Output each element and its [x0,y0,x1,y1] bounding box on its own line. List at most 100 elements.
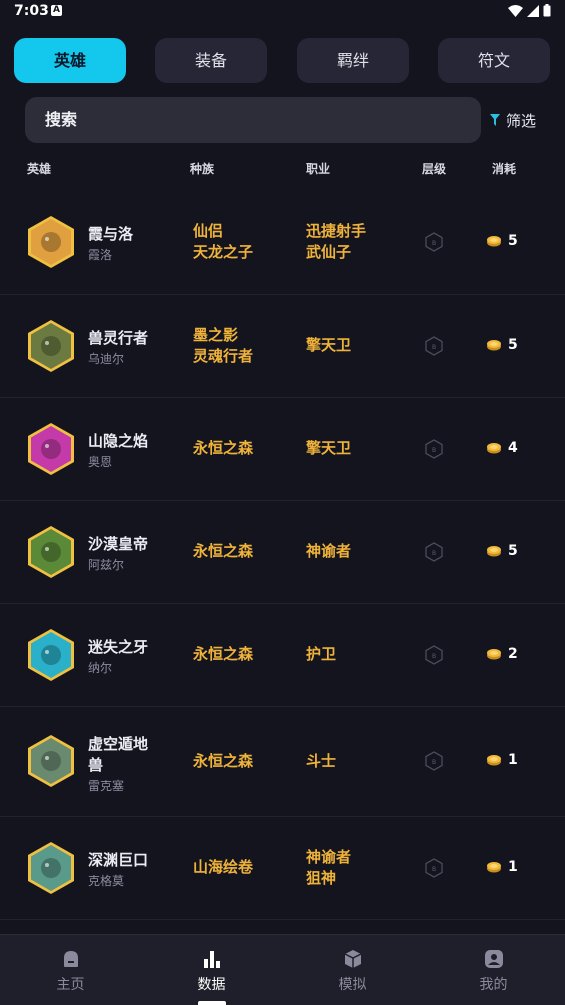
hero-race: 仙侣 天龙之子 [193,221,253,263]
nav-profile-label: 我的 [479,977,508,993]
hero-race: 山海绘卷 [193,857,253,878]
tier-badge-icon: B [425,232,443,252]
race-label: 仙侣 [193,222,224,240]
hero-class: 擎天卫 [306,335,351,356]
tab-items[interactable]: 装备 [155,38,267,83]
tab-synergies[interactable]: 羁绊 [297,38,409,83]
status-icons [508,4,551,17]
hero-cost: 1 [486,859,518,875]
hero-row[interactable]: 虚空遁地兽 雷克塞 永恒之森 斗士 B 1 [0,706,565,817]
nav-data-label: 数据 [197,977,226,993]
filter-button[interactable]: 筛选 [490,109,536,131]
nav-profile[interactable]: 我的 [423,935,564,1005]
coin-icon [487,648,501,659]
hero-race: 墨之影 灵魂行者 [193,325,253,367]
cost-value: 5 [508,233,518,249]
class-label: 迅捷射手 [306,222,367,240]
hero-race: 永恒之森 [193,541,253,562]
cost-value: 4 [508,439,518,456]
hero-class: 护卫 [306,644,336,665]
status-bar: 7:03 A [0,0,565,24]
hero-name: 兽灵行者 [88,328,149,347]
hero-cost: 4 [486,440,518,456]
profile-icon [485,950,503,968]
hero-subname: 霞洛 [88,248,113,262]
tab-heroes[interactable]: 英雄 [14,38,126,83]
hero-name: 深渊巨口 [88,850,149,869]
race-label: 永恒之森 [193,645,254,663]
column-header-tier[interactable]: 层级 [422,160,446,177]
hero-row[interactable]: 霞与洛 霞洛 仙侣 天龙之子 迅捷射手 武仙子 B 5 [0,190,565,295]
coin-icon [487,236,501,247]
cost-value: 2 [508,645,518,662]
hero-class: 斗士 [306,751,336,772]
coin-icon [487,755,501,766]
tier-label: B [432,653,436,660]
hero-name: 山隐之焰 [88,431,149,450]
hero-race: 永恒之森 [193,644,253,665]
race-label: 永恒之森 [193,751,254,770]
class-label: 斗士 [306,751,337,770]
tier-label: B [432,344,436,351]
tier-label: B [432,550,436,557]
tab-bar: 英雄 装备 羁绊 符文 [14,38,550,83]
signal-icon [527,4,539,17]
cost-value: 1 [508,858,518,875]
column-header-hero[interactable]: 英雄 [27,160,51,177]
nav-home[interactable]: 主页 [0,935,141,1005]
hero-class: 擎天卫 [306,438,351,459]
coin-icon [487,545,501,556]
hero-race: 永恒之森 [193,751,253,772]
coin-icon [487,861,501,872]
hero-portrait-icon [28,525,74,578]
column-header-cost[interactable]: 消耗 [492,160,516,177]
hero-subname: 雷克塞 [88,779,125,793]
hero-portrait-icon [28,422,74,475]
nav-data[interactable]: 数据 [141,935,282,1005]
tier-label: B [432,866,436,873]
hero-subname: 阿兹尔 [88,557,125,572]
race-label: 山海绘卷 [193,858,254,876]
cost-value: 5 [508,542,518,559]
hero-subname: 奥恩 [88,454,113,469]
hero-portrait-icon [28,735,74,787]
nav-simulate[interactable]: 模拟 [282,935,423,1005]
nav-home-label: 主页 [56,977,85,993]
class-label: 擎天卫 [306,439,352,457]
status-time: 7:03 [14,3,49,19]
tab-runes[interactable]: 符文 [438,38,550,83]
tier-label: B [432,240,436,247]
hero-cost: 5 [486,543,518,559]
search-input[interactable]: 搜索 [25,97,481,143]
hero-row[interactable]: 山隐之焰奥恩 永恒之森 擎天卫 B 4 [0,397,565,501]
wifi-icon [508,4,523,17]
hero-class: 神谕者 狙神 [306,847,351,889]
hero-portrait-icon [28,841,74,894]
coin-icon [487,339,501,350]
hero-name: 沙漠皇帝 [88,534,149,553]
hero-race: 永恒之森 [193,438,253,459]
class-label: 擎天卫 [306,336,352,354]
cost-value: 5 [508,336,518,353]
tier-badge-icon: B [425,644,443,665]
race-label: 永恒之森 [193,439,254,457]
tier-label: B [432,447,436,454]
hero-row[interactable]: 沙漠皇帝 阿兹尔 永恒之森 神谕者 B 5 [0,500,565,604]
hero-class: 迅捷射手 武仙子 [306,221,366,263]
hero-cost: 5 [486,337,518,353]
hero-row[interactable]: 兽灵行者 乌迪尔 墨之影 灵魂行者 擎天卫 B 5 [0,294,565,398]
tier-badge-icon: B [425,438,443,459]
hero-subname: 克格莫 [88,873,125,888]
hero-row[interactable]: 迷失之牙 纳尔 永恒之森 护卫 B 2 [0,603,565,707]
hero-row[interactable]: 深渊巨口克格莫 山海绘卷 神谕者 狙神 B 1 [0,816,565,920]
bottom-nav: 主页 数据 模拟 我的 [0,934,565,1005]
hero-portrait-icon [28,319,74,372]
battery-icon [543,4,551,17]
race-label: 灵魂行者 [193,346,254,365]
tier-badge-icon: B [425,541,443,562]
coin-icon [487,442,501,453]
hero-subname: 纳尔 [88,660,113,675]
column-header-class[interactable]: 职业 [306,160,330,177]
tier-badge-icon: B [425,751,443,771]
column-header-race[interactable]: 种族 [190,160,214,177]
